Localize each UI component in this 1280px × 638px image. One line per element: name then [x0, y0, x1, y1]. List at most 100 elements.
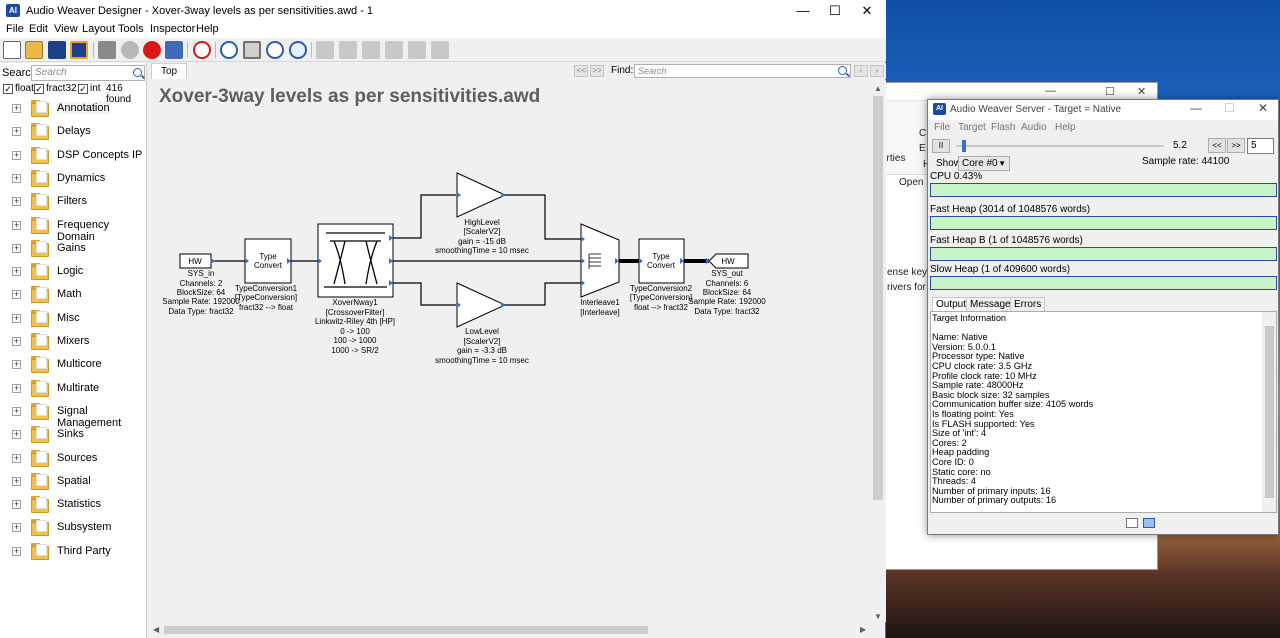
menu-help[interactable]: Help [196, 23, 219, 35]
tree-item-dynamics[interactable]: + Dynamics [0, 168, 147, 190]
tree-item-logic[interactable]: + Logic [0, 261, 147, 283]
zoom-actual-icon[interactable] [289, 41, 307, 59]
menu-view[interactable]: View [54, 23, 78, 35]
server-menu-flash[interactable]: Flash [991, 122, 1015, 133]
tree-item-spatial[interactable]: + Spatial [0, 471, 147, 493]
canvas-horizontal-scroll-thumb[interactable] [164, 626, 648, 634]
save-as-icon[interactable] [70, 41, 88, 59]
expand-icon[interactable]: + [12, 430, 21, 440]
server-close-icon[interactable]: ✕ [1258, 101, 1268, 115]
open-folder-icon[interactable] [25, 41, 43, 59]
scroll-down-icon[interactable]: ▼ [874, 612, 882, 621]
output-log[interactable]: Target Information Name: Native Version: 5… [930, 311, 1277, 513]
expand-icon[interactable]: + [12, 453, 21, 463]
menu-file[interactable]: File [6, 23, 24, 35]
tab-errors[interactable]: Errors [1010, 297, 1046, 311]
expand-icon[interactable]: + [12, 104, 21, 113]
expand-icon[interactable]: + [12, 476, 21, 486]
distribute-horizontal-icon[interactable] [408, 41, 426, 59]
expand-icon[interactable]: + [12, 523, 21, 533]
canvas-vertical-scroll-thumb[interactable] [873, 96, 883, 500]
expand-icon[interactable]: + [12, 290, 21, 300]
pause-button[interactable]: II [932, 139, 950, 153]
align-top-icon[interactable] [362, 41, 380, 59]
tree-item-sources[interactable]: + Sources [0, 448, 147, 470]
server-maximize-icon[interactable]: ☐ [1224, 101, 1235, 115]
tree-item-signal-management[interactable]: + Signal Management [0, 401, 147, 429]
new-file-icon[interactable] [3, 41, 21, 59]
expand-icon[interactable]: + [12, 220, 21, 230]
output-scroll-thumb[interactable] [1265, 326, 1274, 498]
server-menu-audio[interactable]: Audio [1021, 122, 1047, 133]
scroll-left-icon[interactable]: ◀ [153, 625, 159, 634]
menu-inspector[interactable]: Inspector [150, 23, 195, 35]
expand-icon[interactable]: + [12, 243, 21, 253]
bg-minimize-icon[interactable]: — [1045, 85, 1056, 97]
expand-icon[interactable]: + [12, 313, 21, 323]
tree-item-multicore[interactable]: + Multicore [0, 354, 147, 376]
tree-item-mixers[interactable]: + Mixers [0, 331, 147, 353]
tree-item-sinks[interactable]: + Sinks [0, 424, 147, 446]
search-icon[interactable] [133, 68, 142, 77]
design-canvas[interactable]: Xover-3way levels as per sensitivities.a… [149, 80, 871, 622]
module-icon[interactable] [165, 41, 183, 59]
run-icon[interactable] [121, 41, 139, 59]
float-checkbox[interactable]: ✓ [3, 84, 13, 94]
expand-icon[interactable]: + [12, 197, 21, 207]
tab-output[interactable]: Output [932, 297, 971, 311]
server-next-button[interactable]: >> [1227, 138, 1245, 153]
menu-layout[interactable]: Layout [82, 23, 115, 35]
expand-icon[interactable]: + [12, 267, 21, 277]
int-checkbox[interactable]: ✓ [78, 84, 88, 94]
find-search-icon[interactable] [838, 66, 847, 75]
zoom-in-icon[interactable] [220, 41, 238, 59]
expand-icon[interactable]: + [12, 337, 21, 346]
align-center-icon[interactable] [339, 41, 357, 59]
speed-slider[interactable] [956, 145, 1164, 147]
tree-item-annotation[interactable]: + Annotation [0, 98, 147, 120]
distribute-vertical-icon[interactable] [431, 41, 449, 59]
fract32-checkbox[interactable]: ✓ [34, 84, 44, 94]
server-menu-file[interactable]: File [934, 122, 950, 133]
expand-icon[interactable]: + [12, 546, 21, 556]
tree-item-misc[interactable]: + Misc [0, 308, 147, 330]
expand-icon[interactable]: + [12, 406, 21, 416]
save-icon[interactable] [48, 41, 66, 59]
expand-icon[interactable]: + [12, 127, 21, 137]
zoom-out-icon[interactable] [266, 41, 284, 59]
tree-item-statistics[interactable]: + Statistics [0, 494, 147, 516]
bg-maximize-icon[interactable]: ☐ [1105, 85, 1115, 98]
tree-item-delays[interactable]: + Delays [0, 121, 147, 143]
window-view-icon[interactable] [1143, 518, 1155, 528]
tree-item-filters[interactable]: + Filters [0, 191, 147, 213]
bg-close-icon[interactable]: ✕ [1137, 85, 1146, 98]
server-prev-button[interactable]: << [1208, 138, 1226, 153]
stop-icon[interactable] [143, 41, 161, 59]
find-next-button[interactable]: › [870, 65, 884, 77]
core-select[interactable]: Core #0 ▼ [958, 156, 1010, 171]
expand-icon[interactable]: + [12, 383, 21, 393]
tree-item-dsp-concepts-ip[interactable]: + DSP Concepts IP [0, 145, 147, 167]
expand-icon[interactable]: + [12, 150, 21, 160]
menu-tools[interactable]: Tools [118, 23, 144, 35]
speed-slider-thumb[interactable] [962, 140, 967, 152]
tree-item-third-party[interactable]: + Third Party [0, 541, 147, 563]
tree-item-frequency-domain[interactable]: + Frequency Domain [0, 215, 147, 243]
menu-edit[interactable]: Edit [29, 23, 48, 35]
list-view-icon[interactable] [1126, 518, 1138, 528]
nav-back-button[interactable]: << [574, 65, 588, 77]
tab-top[interactable]: Top [151, 63, 187, 79]
expand-icon[interactable]: + [12, 360, 21, 370]
search-input[interactable]: Search [31, 65, 145, 81]
build-icon[interactable] [98, 41, 116, 59]
find-prev-button[interactable]: ‹ [854, 65, 868, 77]
align-left-icon[interactable] [316, 41, 334, 59]
expand-icon[interactable]: + [12, 173, 21, 183]
expand-icon[interactable]: + [12, 500, 21, 510]
scroll-right-icon[interactable]: ▶ [860, 625, 866, 634]
server-minimize-icon[interactable]: — [1190, 101, 1202, 115]
tree-item-multirate[interactable]: + Multirate [0, 378, 147, 400]
nav-forward-button[interactable]: >> [590, 65, 604, 77]
scroll-up-icon[interactable]: ▲ [874, 84, 882, 93]
count-input[interactable]: 5 [1247, 138, 1274, 154]
